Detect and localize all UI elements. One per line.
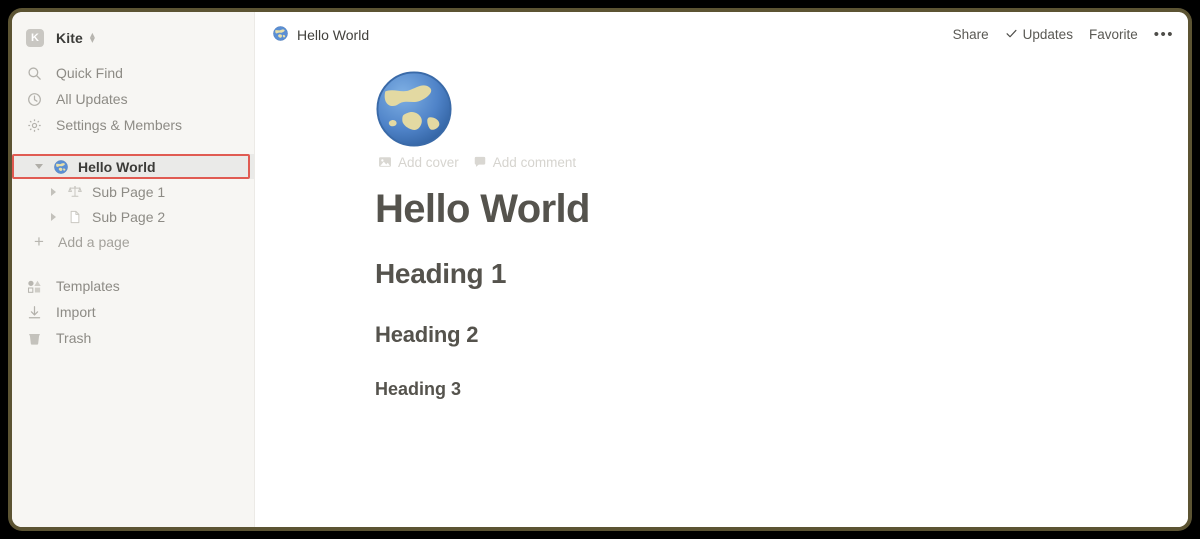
sidebar-item-sub-page-1[interactable]: Sub Page 1 xyxy=(12,179,254,204)
sidebar-item-label: Hello World xyxy=(78,158,156,175)
favorite-button[interactable]: Favorite xyxy=(1089,27,1138,42)
trash-icon xyxy=(26,330,43,347)
page-icon xyxy=(66,210,84,224)
main-content: Hello World Share Updates Favorite ••• A… xyxy=(255,12,1188,527)
page-title[interactable]: Hello World xyxy=(375,185,1188,233)
check-icon xyxy=(1005,27,1018,43)
sidebar: K Kite ▴ ▾ Quick Find All Updates Settin… xyxy=(12,12,255,527)
disclosure-triangle-down-icon[interactable] xyxy=(32,164,46,169)
globe-emoji-icon xyxy=(273,25,288,44)
document-body: Add cover Add comment Hello World Headin… xyxy=(255,57,1188,401)
clock-icon xyxy=(26,91,43,108)
sidebar-item-all-updates[interactable]: All Updates xyxy=(12,86,254,112)
comment-icon xyxy=(473,155,487,169)
workspace-name: Kite xyxy=(56,30,83,46)
sidebar-item-label: Sub Page 1 xyxy=(92,183,166,200)
add-a-page-label: Add a page xyxy=(58,234,130,250)
window-frame: K Kite ▴ ▾ Quick Find All Updates Settin… xyxy=(8,8,1192,531)
sidebar-item-label: Import xyxy=(56,304,96,320)
ellipsis-icon[interactable]: ••• xyxy=(1154,26,1174,43)
sidebar-item-label: Trash xyxy=(56,330,92,346)
add-a-page-button[interactable]: + Add a page xyxy=(12,229,254,255)
share-button[interactable]: Share xyxy=(953,27,989,42)
image-icon xyxy=(378,155,392,169)
disclosure-triangle-right-icon[interactable] xyxy=(46,212,60,221)
updates-button[interactable]: Updates xyxy=(1005,27,1073,43)
add-cover-label: Add cover xyxy=(398,154,459,170)
sidebar-item-quick-find[interactable]: Quick Find xyxy=(12,60,254,86)
disclosure-triangle-right-icon[interactable] xyxy=(46,187,60,196)
sidebar-item-import[interactable]: Import xyxy=(12,299,254,325)
workspace-avatar: K xyxy=(26,29,44,47)
sidebar-item-settings-members[interactable]: Settings & Members xyxy=(12,112,254,138)
globe-emoji-icon xyxy=(52,159,70,174)
import-download-icon xyxy=(26,304,43,321)
sidebar-item-hello-world[interactable]: Hello World xyxy=(12,154,254,179)
heading-3-block[interactable]: Heading 3 xyxy=(375,377,1188,401)
updates-label: Updates xyxy=(1022,27,1073,42)
balance-scale-icon xyxy=(66,185,84,199)
topbar: Hello World Share Updates Favorite ••• xyxy=(255,12,1188,57)
plus-icon: + xyxy=(34,232,44,251)
sidebar-item-label: Settings & Members xyxy=(56,117,183,133)
sidebar-item-label: Quick Find xyxy=(56,65,123,81)
add-cover-button[interactable]: Add cover xyxy=(378,155,459,170)
app-window: K Kite ▴ ▾ Quick Find All Updates Settin… xyxy=(12,12,1188,527)
workspace-switcher[interactable]: K Kite ▴ ▾ xyxy=(12,24,254,52)
page-icon-emoji[interactable] xyxy=(375,70,1188,148)
breadcrumb-label: Hello World xyxy=(297,26,370,43)
page-tree: Hello World Sub Page 1 Sub Page 2 + Add … xyxy=(12,154,254,255)
gear-icon xyxy=(26,117,43,134)
topbar-actions: Share Updates Favorite ••• xyxy=(953,26,1174,43)
sidebar-item-templates[interactable]: Templates xyxy=(12,273,254,299)
breadcrumb[interactable]: Hello World xyxy=(273,25,370,44)
sidebar-nav-top: Quick Find All Updates Settings & Member… xyxy=(12,60,254,138)
sidebar-item-label: All Updates xyxy=(56,91,128,107)
heading-1-block[interactable]: Heading 1 xyxy=(375,257,1188,291)
sidebar-item-label: Templates xyxy=(56,278,120,294)
search-icon xyxy=(26,65,43,82)
sidebar-item-sub-page-2[interactable]: Sub Page 2 xyxy=(12,204,254,229)
sidebar-item-trash[interactable]: Trash xyxy=(12,325,254,351)
add-comment-button[interactable]: Add comment xyxy=(473,155,576,170)
heading-2-block[interactable]: Heading 2 xyxy=(375,321,1188,349)
add-comment-label: Add comment xyxy=(492,154,577,170)
templates-icon xyxy=(26,278,43,295)
document-actions: Add cover Add comment xyxy=(378,152,1188,172)
sidebar-nav-bottom: Templates Import Trash xyxy=(12,273,254,351)
chevron-updown-icon: ▴ ▾ xyxy=(89,30,95,46)
sidebar-item-label: Sub Page 2 xyxy=(92,208,166,225)
